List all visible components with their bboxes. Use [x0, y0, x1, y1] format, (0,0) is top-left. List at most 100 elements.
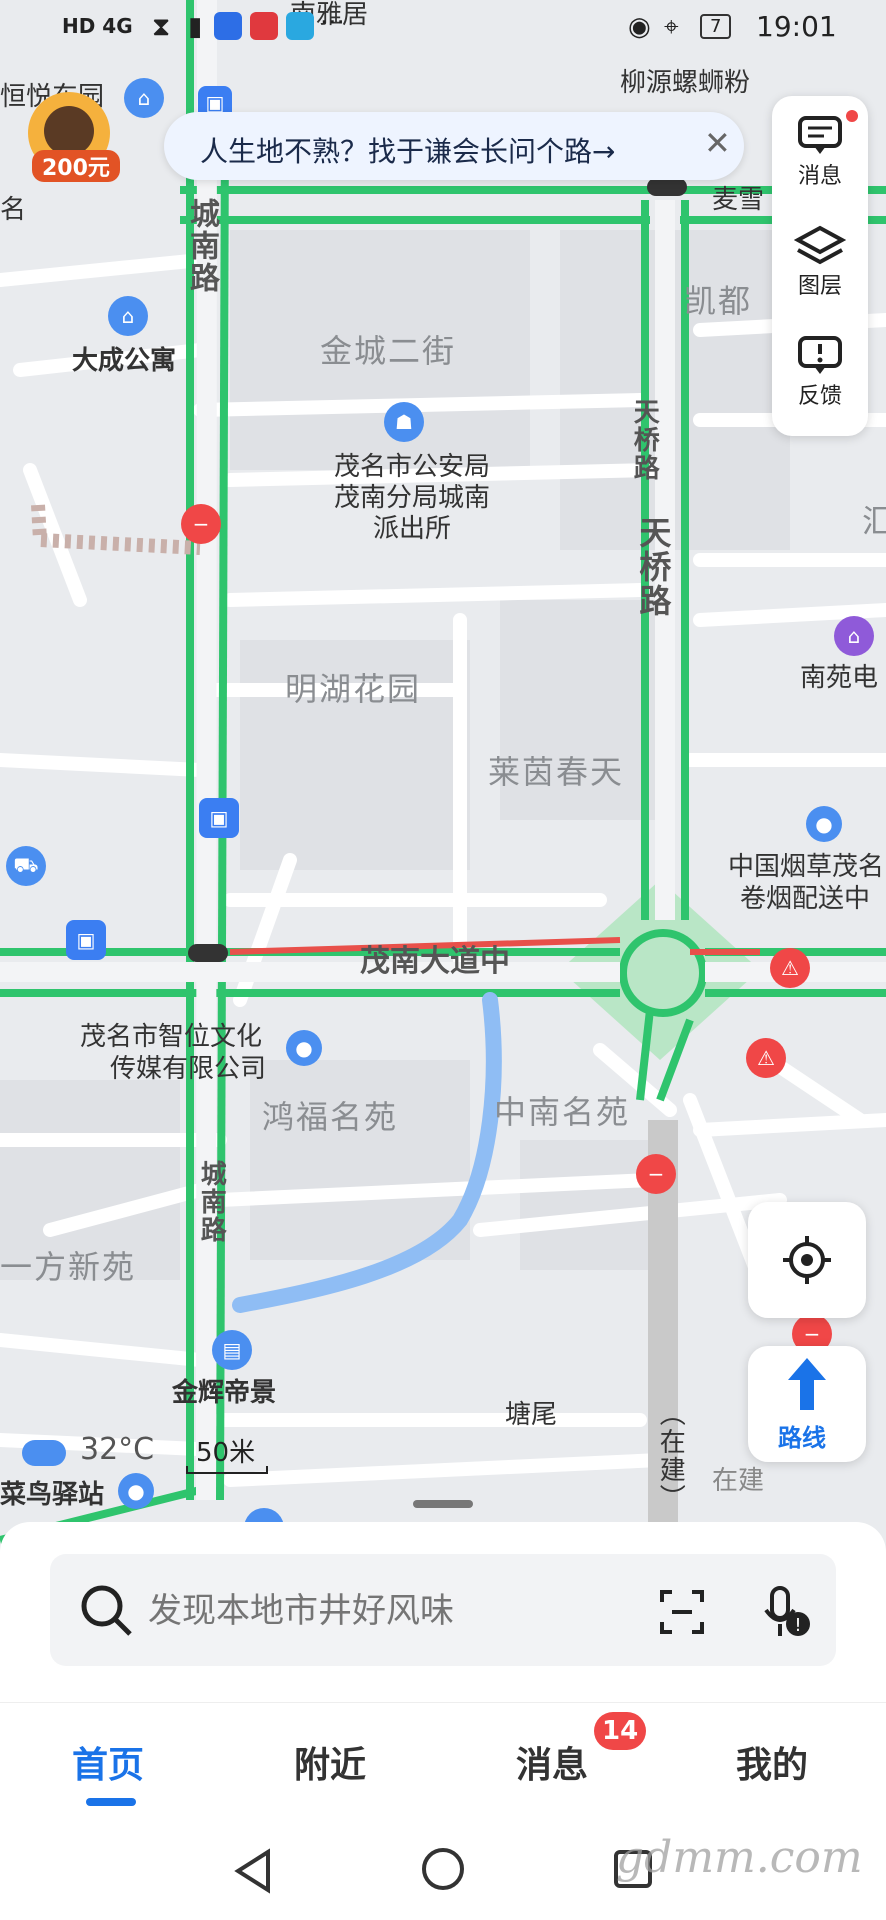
feedback-button[interactable]: 反馈 [772, 334, 868, 410]
unread-dot [846, 110, 858, 122]
hourglass-icon: ⧗ [152, 12, 171, 42]
map-label-tangwei: 塘尾 [505, 1400, 558, 1430]
scan-icon[interactable] [658, 1588, 706, 1636]
battery-indicator: 7 [700, 14, 732, 39]
back-icon[interactable] [230, 1846, 274, 1896]
message-icon [798, 116, 842, 154]
search-icon [81, 1585, 132, 1636]
police-icon[interactable]: ☗ [384, 402, 424, 442]
locate-icon [783, 1236, 831, 1284]
map-label-ming: 名 [0, 195, 27, 225]
messages-badge: 14 [594, 1712, 647, 1750]
map-label-nanyuan: 南苑电 [800, 663, 879, 693]
map-label-zhiwei-1: 茂名市智位文化 [80, 1022, 263, 1052]
map-label-hongfu: 鸿福名苑 [262, 1098, 399, 1136]
traffic-light-icon [647, 178, 687, 196]
banner-text: 人生地不熟？找于谦会长问个路→ [200, 135, 616, 168]
tab-active-indicator [86, 1798, 136, 1806]
map-label-kaidu: 凯都 [684, 282, 753, 320]
map-label-minghu: 明湖花园 [285, 670, 422, 708]
location-pin-icon[interactable]: ● [806, 806, 842, 842]
messages-label: 消息 [797, 164, 842, 189]
home-icon[interactable] [420, 1846, 466, 1892]
tab-mine[interactable]: 我的 [736, 1736, 808, 1788]
location-icon: ⌖ [664, 12, 679, 42]
avatar [44, 106, 94, 156]
cloud-icon [22, 1440, 66, 1466]
sheet-handle[interactable] [413, 1500, 473, 1508]
network-badge: HD 4G [62, 14, 133, 38]
map-label-jincheng: 金城二街 [320, 332, 457, 370]
map-label-right-edge: 汇 [862, 502, 886, 540]
feedback-label: 反馈 [797, 384, 842, 409]
map-label-jinhui: 金辉帝景 [172, 1378, 277, 1408]
bus-stop-icon[interactable]: ▣ [66, 920, 106, 960]
block [520, 1140, 660, 1270]
scale-label: 50米 [196, 1438, 256, 1468]
svg-text:!: ! [794, 1615, 801, 1636]
system-nav-bar: gdmm.com [0, 1824, 886, 1920]
map-label-police: 茂名市公安局茂南分局城南派出所 [333, 452, 490, 545]
map-label-cainiao: 菜鸟驿站 [0, 1480, 105, 1510]
map-label-tianqiao-road-1: 天桥路 [629, 398, 660, 482]
tab-nearby[interactable]: 附近 [294, 1736, 366, 1788]
messages-button[interactable]: 消息 [772, 114, 868, 190]
search-bar[interactable]: ! [50, 1554, 836, 1666]
tab-messages[interactable]: 消息 [516, 1736, 588, 1788]
search-input[interactable] [146, 1584, 650, 1638]
layers-button[interactable]: 图层 [772, 224, 868, 300]
feedback-icon [798, 336, 842, 374]
residence-icon[interactable]: ⌂ [124, 78, 164, 118]
map-label-laiyin: 莱茵春天 [488, 753, 625, 791]
route-label: 路线 [778, 1424, 826, 1452]
layers-label: 图层 [797, 274, 842, 299]
residence-icon[interactable]: ⌂ [108, 296, 148, 336]
no-entry-icon: − [636, 1154, 676, 1194]
location-pin-icon[interactable]: ● [286, 1030, 322, 1066]
route-arrow-icon [788, 1358, 826, 1410]
side-panel: 消息 图层 反馈 [772, 96, 868, 436]
construction-icon: ⚠ [770, 948, 810, 988]
map-label-zhongnan: 中南名苑 [494, 1093, 631, 1131]
roundabout [619, 929, 707, 1017]
map-label-yifang: 一方新苑 [0, 1248, 137, 1286]
more-dots-icon: ··· [320, 8, 345, 38]
locate-button[interactable] [748, 1202, 866, 1318]
watermark: gdmm.com [616, 1832, 863, 1883]
layers-icon [794, 225, 846, 265]
phone-icon: ▮ [188, 12, 203, 42]
route-button[interactable]: 路线 [748, 1346, 866, 1462]
bottom-sheet: ! [0, 1500, 886, 1702]
bus-stop-icon[interactable]: ▣ [199, 798, 239, 838]
building-icon[interactable]: ▤ [212, 1330, 252, 1370]
block [250, 1060, 470, 1260]
location-pin-icon[interactable]: ● [118, 1473, 154, 1509]
traffic-light-icon [188, 944, 228, 962]
shop-icon[interactable]: ⌂ [834, 616, 874, 656]
map-label-maonan-road: 茂南大道中 [360, 944, 510, 979]
map-label-zhiwei-2: 传媒有限公司 [110, 1054, 267, 1084]
weather-temp[interactable]: 32°C [80, 1432, 154, 1467]
tab-home[interactable]: 首页 [72, 1736, 144, 1788]
video-app-icon [250, 12, 278, 40]
status-time: 19:01 [756, 10, 837, 43]
voice-search-icon[interactable]: ! [760, 1584, 812, 1640]
map-label-tianqiao-road-2: 天桥路 [634, 516, 673, 618]
no-entry-icon: − [181, 504, 221, 544]
map-label-luosifen: 柳源螺蛳粉 [620, 68, 751, 98]
xizi-app-icon [286, 12, 314, 40]
scale-bar [186, 1466, 268, 1474]
map-label-maixue: 麦雪 [712, 185, 765, 215]
map-label-dacheng: 大成公寓 [72, 346, 177, 376]
tip-banner[interactable]: 人生地不熟？找于谦会长问个路→ ✕ [164, 112, 744, 180]
map-label-tobacco-2: 卷烟配送中 [740, 884, 871, 914]
map-label-tobacco-1: 中国烟草茂名 [728, 852, 885, 882]
map-label-zaijian-1: （在建） [655, 1400, 686, 1512]
map-label-chengnan-road-2: 城南路 [196, 1160, 227, 1244]
map-label-zaijian-2: 在建 [712, 1466, 765, 1496]
construction-icon: ⚠ [746, 1038, 786, 1078]
close-icon[interactable]: ✕ [704, 124, 731, 162]
promo-amount-badge: 200元 [32, 150, 120, 182]
car-service-icon[interactable]: ⛟ [6, 846, 46, 886]
app-notification-icon [214, 12, 242, 40]
